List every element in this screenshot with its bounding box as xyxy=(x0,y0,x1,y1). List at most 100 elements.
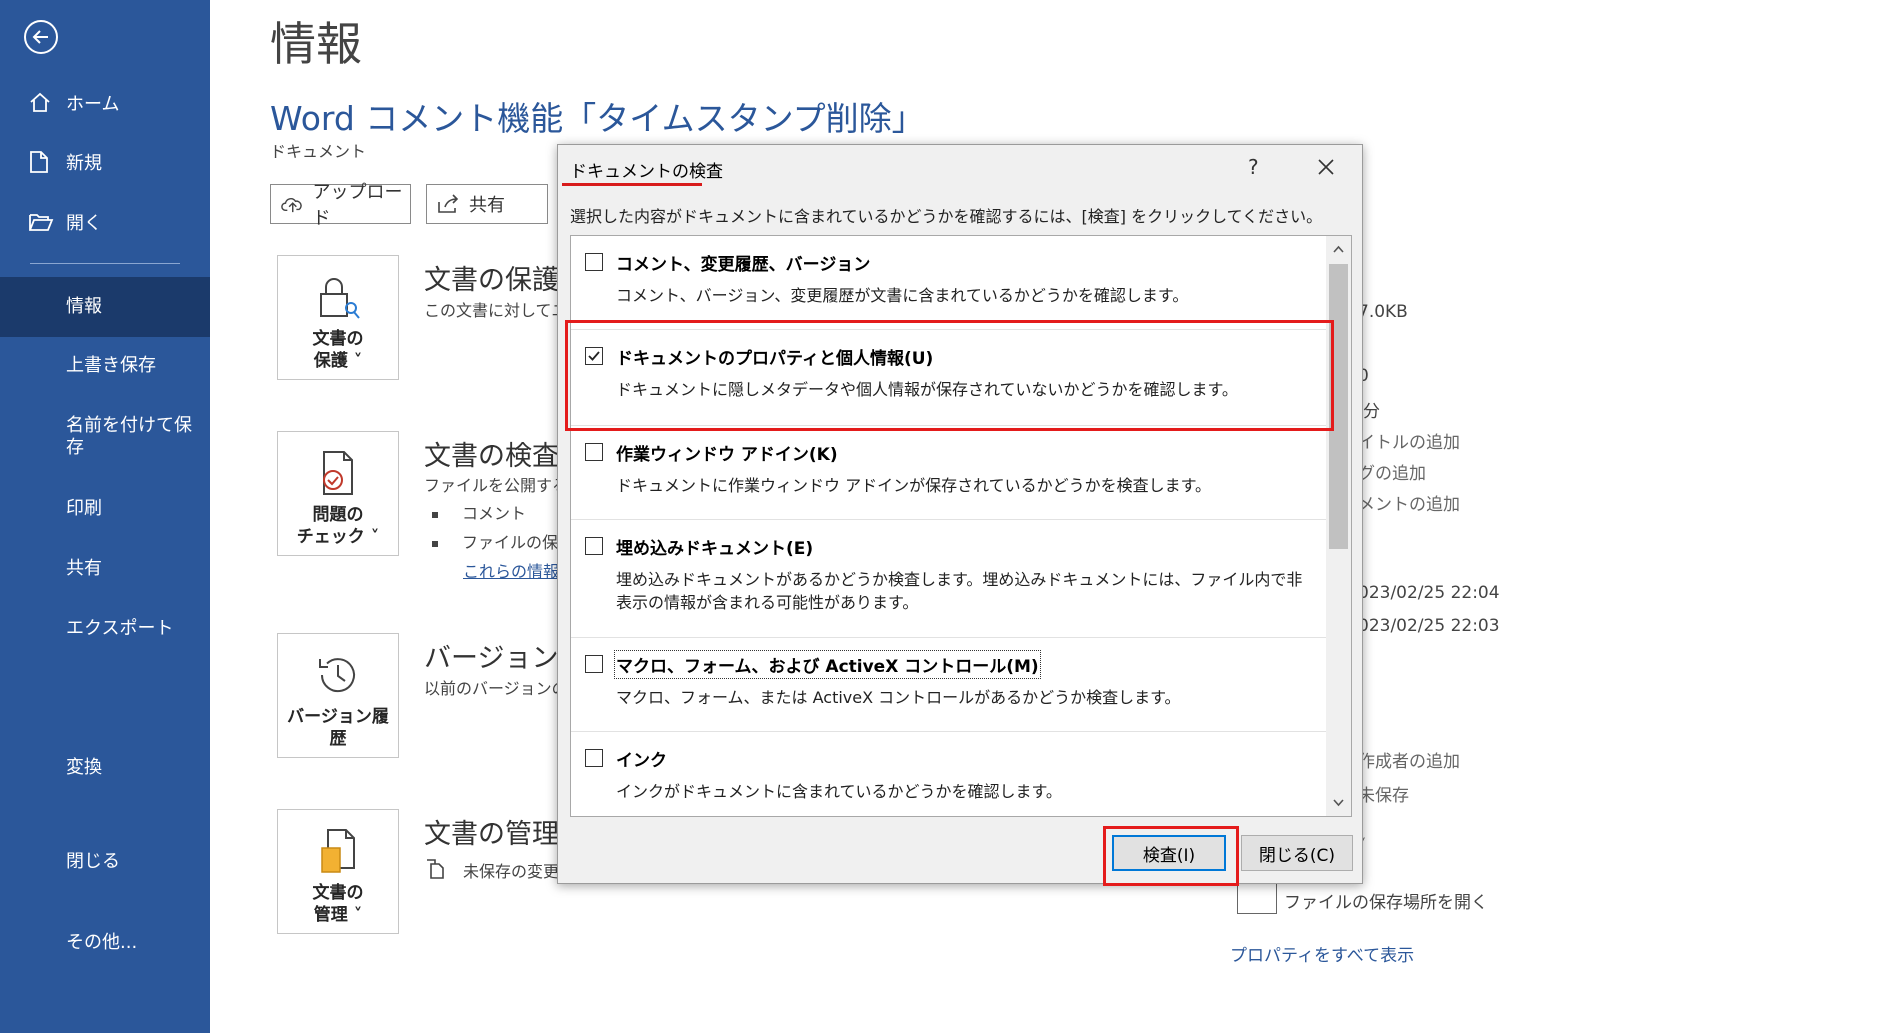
option-macros[interactable]: マクロ、フォーム、および ActiveX コントロール(M) マクロ、フォーム、… xyxy=(571,638,1327,732)
card-label: 管理 ˅ xyxy=(313,905,363,925)
section-description: 未保存の変更 xyxy=(463,862,560,881)
document-title: Word コメント機能「タイムスタンプ削除」 xyxy=(270,99,925,138)
vertical-scrollbar[interactable] xyxy=(1326,236,1351,816)
sidebar-item-label: 情報 xyxy=(66,296,102,317)
sidebar-item-label: 共有 xyxy=(66,558,102,579)
option-description: マクロ、フォーム、または ActiveX コントロールがあるかどうか検査します。 xyxy=(616,688,1181,707)
share-label: 共有 xyxy=(469,195,505,216)
inspection-options-list: コメント、変更履歴、バージョン コメント、バージョン、変更履歴が文書に含まれてい… xyxy=(570,235,1352,817)
upload-button[interactable]: アップロード xyxy=(270,182,411,229)
sidebar-item-label: 開く xyxy=(66,213,102,234)
close-icon[interactable] xyxy=(1316,157,1336,177)
add-tag-field[interactable]: グの追加 xyxy=(1358,459,1426,484)
card-label: チェック ˅ xyxy=(296,527,380,547)
folder-open-icon xyxy=(28,211,56,233)
manage-document-icon xyxy=(316,824,360,878)
close-button[interactable]: 閉じる(C) xyxy=(1241,835,1353,871)
sidebar-item-label: 新規 xyxy=(66,153,102,174)
checkbox[interactable] xyxy=(585,655,603,673)
document-location: ドキュメント xyxy=(270,142,367,161)
add-title-field[interactable]: イトルの追加 xyxy=(1358,428,1460,453)
option-description: ドキュメントに隠しメタデータや個人情報が保存されていないかどうかを確認します。 xyxy=(616,380,1238,399)
checkbox[interactable] xyxy=(585,443,603,461)
option-description: インクがドキュメントに含まれているかどうかを確認します。 xyxy=(616,782,1062,801)
scroll-up-icon[interactable] xyxy=(1332,243,1345,256)
sidebar-item-home[interactable]: ホーム xyxy=(0,75,210,131)
show-all-properties-link[interactable]: プロパティをすべて表示 xyxy=(1230,941,1414,966)
manage-document-button[interactable]: 文書の 管理 ˅ xyxy=(277,809,399,934)
help-button[interactable]: ? xyxy=(1248,155,1259,179)
option-taskpane-addins[interactable]: 作業ウィンドウ アドイン(K) ドキュメントに作業ウィンドウ アドインが保存され… xyxy=(571,426,1327,520)
property-size: 7.0KB xyxy=(1358,302,1408,322)
check-issues-button[interactable]: 問題の チェック ˅ xyxy=(277,431,399,556)
sidebar-item-label: 閉じる xyxy=(66,851,120,872)
sidebar-item-print[interactable]: 印刷 xyxy=(0,481,210,537)
home-icon xyxy=(28,91,56,115)
history-icon xyxy=(314,648,362,702)
property-created-date: 023/02/25 22:03 xyxy=(1358,616,1500,636)
sidebar-item-save-as[interactable]: 名前を付けて保存 xyxy=(0,409,210,473)
back-arrow-icon[interactable] xyxy=(24,20,58,54)
scroll-down-icon[interactable] xyxy=(1332,796,1345,809)
dialog-description: 選択した内容がドキュメントに含まれているかどうかを確認するには、[検査] をクリ… xyxy=(570,207,1323,226)
sidebar-item-export[interactable]: エクスポート xyxy=(0,601,210,657)
sidebar-item-open[interactable]: 開く xyxy=(0,194,210,250)
version-history-button[interactable]: バージョン履 歴 xyxy=(277,633,399,758)
option-description: コメント、バージョン、変更履歴が文書に含まれているかどうかを確認します。 xyxy=(616,286,1189,305)
scrollbar-thumb[interactable] xyxy=(1329,264,1348,549)
new-document-icon xyxy=(28,150,56,174)
option-title: 埋め込みドキュメント(E) xyxy=(616,539,814,559)
protect-document-button[interactable]: 文書の 保護 ˅ xyxy=(277,255,399,380)
option-description: ドキュメントに作業ウィンドウ アドインが保存されているかどうかを検査します。 xyxy=(616,476,1212,495)
option-title: マクロ、フォーム、および ActiveX コントロール(M) xyxy=(614,650,1041,679)
unsaved-document-icon xyxy=(427,859,444,879)
sidebar-item-info[interactable]: 情報 xyxy=(0,277,210,337)
checkbox[interactable] xyxy=(585,537,603,555)
sidebar-item-more[interactable]: その他... xyxy=(0,915,210,971)
option-embedded-documents[interactable]: 埋め込みドキュメント(E) 埋め込みドキュメントがあるかどうか検査します。埋め込… xyxy=(571,520,1327,638)
cloud-upload-icon xyxy=(281,197,302,213)
option-title: 作業ウィンドウ アドイン(K) xyxy=(616,445,838,465)
card-label: 文書の xyxy=(312,329,364,349)
share-icon xyxy=(438,194,459,213)
sidebar-item-label: 名前を付けて保存 xyxy=(66,415,192,458)
bullet-item: コメント xyxy=(432,500,526,524)
property-modified-date: 023/02/25 22:04 xyxy=(1358,583,1500,603)
card-label: 歴 xyxy=(329,729,347,749)
option-description: 埋め込みドキュメントがあるかどうか検査します。埋め込みドキュメントには、ファイル… xyxy=(616,570,1303,612)
sidebar-item-transform[interactable]: 変換 xyxy=(0,740,210,796)
lock-key-icon xyxy=(315,270,361,324)
add-author-field[interactable]: 作成者の追加 xyxy=(1358,747,1460,772)
sidebar-item-close[interactable]: 閉じる xyxy=(0,834,210,890)
document-inspector-dialog: ドキュメントの検査 ? 選択した内容がドキュメントに含まれているかどうかを確認す… xyxy=(557,144,1363,886)
option-ink[interactable]: インク インクがドキュメントに含まれているかどうかを確認します。 xyxy=(571,732,1327,816)
checkbox[interactable] xyxy=(585,253,603,271)
sidebar-item-label: ホーム xyxy=(66,94,120,115)
sidebar-item-save[interactable]: 上書き保存 xyxy=(0,338,210,394)
sidebar-item-share[interactable]: 共有 xyxy=(0,541,210,597)
option-title: ドキュメントのプロパティと個人情報(U) xyxy=(616,349,934,369)
checkbox[interactable] xyxy=(585,749,603,767)
option-properties[interactable]: ドキュメントのプロパティと個人情報(U) ドキュメントに隠しメタデータや個人情報… xyxy=(571,330,1327,426)
upload-label: アップロード xyxy=(312,182,403,229)
sidebar-item-label: 上書き保存 xyxy=(66,355,156,376)
sidebar-item-label: エクスポート xyxy=(66,618,174,639)
checkbox-checked[interactable] xyxy=(585,347,603,365)
sidebar-item-label: 印刷 xyxy=(66,498,102,519)
section-description: 以前のバージョンの xyxy=(424,679,568,698)
backstage-sidebar: ホーム 新規 開く 情報 上書き保存 名前を付けて保存 印刷 共有 エクスポート… xyxy=(0,0,210,1033)
option-title: インク xyxy=(616,751,667,771)
share-button[interactable]: 共有 xyxy=(426,184,548,224)
sidebar-item-new[interactable]: 新規 xyxy=(0,134,210,190)
property-edit-time: 分 xyxy=(1363,402,1380,422)
open-file-location-link[interactable]: ファイルの保存場所を開く xyxy=(1284,888,1488,913)
dialog-title: ドキュメントの検査 xyxy=(570,162,723,182)
section-title: 文書の検査 xyxy=(424,441,559,472)
sidebar-item-label: 変換 xyxy=(66,757,102,778)
card-label: 文書の xyxy=(312,883,364,903)
add-comment-field[interactable]: メントの追加 xyxy=(1358,490,1460,515)
inspect-button[interactable]: 検査(I) xyxy=(1112,835,1226,871)
bullet-item: ファイルの保存 xyxy=(432,529,574,553)
option-comments[interactable]: コメント、変更履歴、バージョン コメント、バージョン、変更履歴が文書に含まれてい… xyxy=(571,236,1327,330)
section-title: 文書の管理 xyxy=(424,819,559,850)
